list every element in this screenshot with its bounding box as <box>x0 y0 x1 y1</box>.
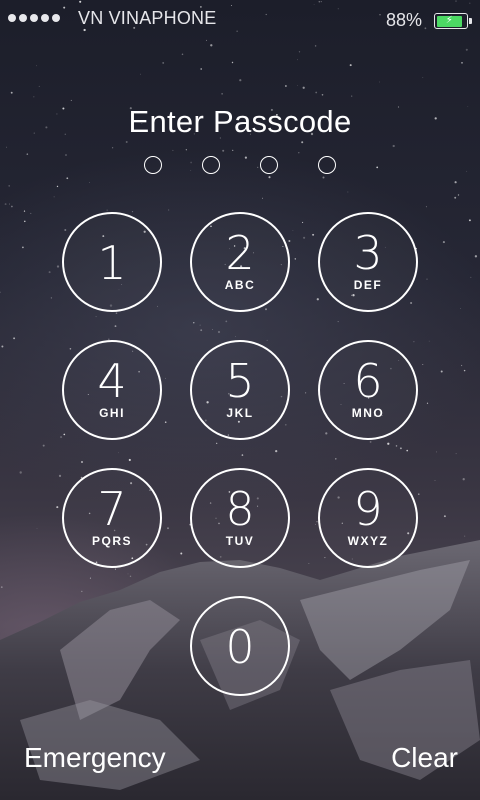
key-digit: 0 <box>225 620 255 674</box>
keypad-key-4[interactable]: 4 GHI <box>62 340 162 440</box>
emergency-button[interactable]: Emergency <box>24 742 166 774</box>
keypad-key-1[interactable]: 1 <box>62 212 162 312</box>
battery-charging-icon: ⚡ <box>434 13 472 29</box>
key-digit: 6 <box>353 354 383 408</box>
keypad-key-0[interactable]: 0 <box>190 596 290 696</box>
keypad-key-2[interactable]: 2 ABC <box>190 212 290 312</box>
key-letters: WXYZ <box>347 534 389 548</box>
key-letters: MNO <box>351 406 385 420</box>
key-digit: 5 <box>225 354 255 408</box>
key-digit: 8 <box>225 482 255 536</box>
passcode-prompt: Enter Passcode <box>128 104 352 139</box>
passcode-dot <box>318 156 336 174</box>
keypad-key-9[interactable]: 9 WXYZ <box>318 468 418 568</box>
key-digit: 4 <box>97 354 127 408</box>
keypad-key-3[interactable]: 3 DEF <box>318 212 418 312</box>
key-digit: 7 <box>97 482 127 536</box>
key-digit: 2 <box>225 226 255 280</box>
key-digit: 9 <box>353 482 383 536</box>
passcode-dot <box>260 156 278 174</box>
key-letters: JKL <box>226 406 254 420</box>
carrier-name: VN VINAPHONE <box>78 8 217 28</box>
key-letters: PQRS <box>91 534 132 548</box>
passcode-dot <box>202 156 220 174</box>
clear-button[interactable]: Clear <box>391 742 458 774</box>
key-digit: 1 <box>97 236 127 290</box>
battery-percent: 88% <box>385 10 422 30</box>
key-letters: ABC <box>224 278 256 292</box>
status-bar: VN VINAPHONE 88% ⚡ <box>0 0 480 40</box>
key-letters: GHI <box>99 406 125 420</box>
key-digit: 3 <box>353 226 383 280</box>
keypad-key-7[interactable]: 7 PQRS <box>62 468 162 568</box>
keypad-key-8[interactable]: 8 TUV <box>190 468 290 568</box>
key-letters: DEF <box>353 278 383 292</box>
keypad-key-5[interactable]: 5 JKL <box>190 340 290 440</box>
signal-dots-icon <box>8 14 60 22</box>
passcode-dot <box>144 156 162 174</box>
passcode-dots <box>0 156 480 178</box>
keypad-key-6[interactable]: 6 MNO <box>318 340 418 440</box>
key-letters: TUV <box>225 534 255 548</box>
